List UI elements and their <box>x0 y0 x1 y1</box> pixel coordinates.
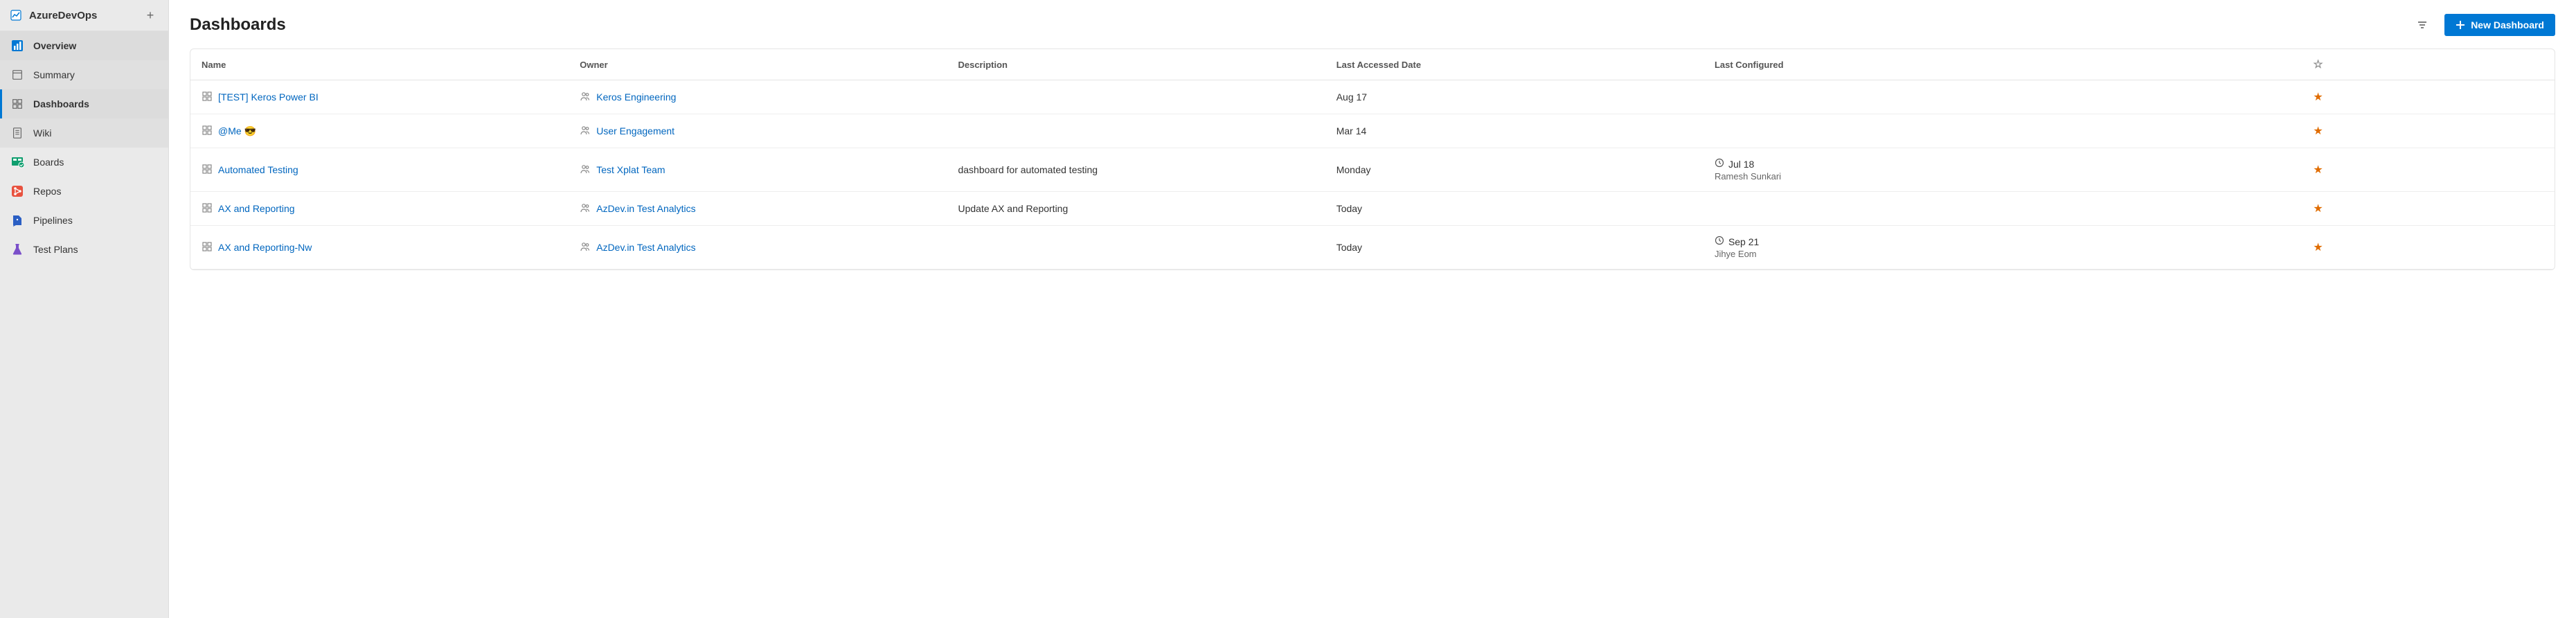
wiki-icon <box>10 125 25 141</box>
owner-link[interactable]: Keros Engineering <box>596 91 676 103</box>
project-logo-icon <box>10 9 22 21</box>
owner-link[interactable]: AzDev.in Test Analytics <box>596 242 695 253</box>
sidebar-item-dashboards[interactable]: Dashboards <box>0 89 168 118</box>
description-cell: dashboard for automated testing <box>947 148 1325 192</box>
config-user: Ramesh Sunkari <box>1715 171 2070 182</box>
new-dashboard-button[interactable]: New Dashboard <box>2444 14 2555 36</box>
dashboard-icon <box>202 164 213 177</box>
owner-link[interactable]: AzDev.in Test Analytics <box>596 203 695 214</box>
sidebar-item-testplans[interactable]: Test Plans <box>0 235 168 264</box>
config-date: Sep 21 <box>1728 236 1759 247</box>
main-content: Dashboards New Dashboard Name Owner Desc… <box>169 0 2576 618</box>
dashboards-icon <box>10 96 25 112</box>
description-cell: Update AX and Reporting <box>947 192 1325 226</box>
star-outline-icon: ☆ <box>2313 59 2323 71</box>
new-button-label: New Dashboard <box>2471 19 2544 30</box>
col-header-favorite[interactable]: ☆ <box>2082 49 2555 80</box>
dashboard-icon <box>202 125 213 138</box>
people-icon <box>580 164 591 177</box>
favorite-star-icon[interactable]: ★ <box>2313 203 2323 215</box>
page-title: Dashboards <box>190 15 2411 35</box>
sidebar-item-wiki[interactable]: Wiki <box>0 118 168 148</box>
last-accessed-cell: Mar 14 <box>1325 114 1703 148</box>
nav-label: Overview <box>33 40 76 51</box>
col-header-owner[interactable]: Owner <box>569 49 947 80</box>
dashboard-icon <box>202 91 213 104</box>
sidebar-item-overview[interactable]: Overview <box>0 31 168 60</box>
description-cell <box>947 114 1325 148</box>
owner-link[interactable]: Test Xplat Team <box>596 164 665 175</box>
repos-icon <box>10 184 25 199</box>
page-header: Dashboards New Dashboard <box>190 14 2555 36</box>
clock-icon <box>1715 236 1724 247</box>
nav-label: Boards <box>33 157 64 168</box>
description-cell <box>947 80 1325 114</box>
description-cell <box>947 226 1325 270</box>
favorite-star-icon[interactable]: ★ <box>2313 125 2323 137</box>
nav-label: Test Plans <box>33 244 78 255</box>
table-row[interactable]: @Me 😎 User Engagement Mar 14 ★ <box>190 114 2555 148</box>
dashboard-name-link[interactable]: AX and Reporting <box>218 203 295 214</box>
people-icon <box>580 91 591 104</box>
table-row[interactable]: [TEST] Keros Power BI Keros Engineering Au… <box>190 80 2555 114</box>
last-configured-cell <box>1703 192 2082 226</box>
col-header-name[interactable]: Name <box>190 49 569 80</box>
nav-label: Repos <box>33 186 61 197</box>
dashboard-icon <box>202 202 213 215</box>
people-icon <box>580 125 591 138</box>
dashboard-name-link[interactable]: @Me 😎 <box>218 125 256 137</box>
last-configured-cell: Sep 21 Jihye Eom <box>1703 226 2082 270</box>
table-header-row: Name Owner Description Last Accessed Dat… <box>190 49 2555 80</box>
favorite-star-icon[interactable]: ★ <box>2313 91 2323 103</box>
dashboard-name-link[interactable]: Automated Testing <box>218 164 298 175</box>
nav-label: Pipelines <box>33 215 73 226</box>
sidebar-item-pipelines[interactable]: Pipelines <box>0 206 168 235</box>
dashboards-table: Name Owner Description Last Accessed Dat… <box>190 48 2555 270</box>
add-project-button[interactable]: + <box>142 7 159 24</box>
summary-icon <box>10 67 25 82</box>
last-accessed-cell: Monday <box>1325 148 1703 192</box>
sidebar-item-repos[interactable]: Repos <box>0 177 168 206</box>
col-header-description[interactable]: Description <box>947 49 1325 80</box>
filter-button[interactable] <box>2411 14 2433 36</box>
dashboard-name-link[interactable]: AX and Reporting-Nw <box>218 242 312 253</box>
favorite-star-icon[interactable]: ★ <box>2313 242 2323 254</box>
last-accessed-cell: Aug 17 <box>1325 80 1703 114</box>
last-accessed-cell: Today <box>1325 226 1703 270</box>
testplans-icon <box>10 242 25 257</box>
project-header: AzureDevOps + <box>0 0 168 31</box>
col-header-last-accessed[interactable]: Last Accessed Date <box>1325 49 1703 80</box>
table-row[interactable]: AX and Reporting AzDev.in Test Analytics U… <box>190 192 2555 226</box>
last-accessed-cell: Today <box>1325 192 1703 226</box>
last-configured-cell <box>1703 80 2082 114</box>
plus-icon <box>2456 20 2465 30</box>
dashboard-icon <box>202 241 213 254</box>
overview-icon <box>10 38 25 53</box>
col-header-last-configured[interactable]: Last Configured <box>1703 49 2082 80</box>
pipelines-icon <box>10 213 25 228</box>
nav-label: Summary <box>33 69 75 80</box>
nav-label: Wiki <box>33 127 51 139</box>
config-date: Jul 18 <box>1728 159 1754 170</box>
last-configured-cell <box>1703 114 2082 148</box>
people-icon <box>580 202 591 215</box>
last-configured-cell: Jul 18Ramesh Sunkari <box>1703 148 2082 192</box>
people-icon <box>580 241 591 254</box>
clock-icon <box>1715 158 1724 170</box>
favorite-star-icon[interactable]: ★ <box>2313 164 2323 176</box>
table-row[interactable]: Automated Testing Test Xplat Team dashboar… <box>190 148 2555 192</box>
dashboard-name-link[interactable]: [TEST] Keros Power BI <box>218 91 319 103</box>
sidebar-item-summary[interactable]: Summary <box>0 60 168 89</box>
project-name: AzureDevOps <box>29 10 97 21</box>
boards-icon <box>10 154 25 170</box>
owner-link[interactable]: User Engagement <box>596 125 674 136</box>
nav-label: Dashboards <box>33 98 89 109</box>
sidebar: AzureDevOps + Overview Summary Dashboard… <box>0 0 169 618</box>
config-user: Jihye Eom <box>1715 249 2070 259</box>
sidebar-item-boards[interactable]: Boards <box>0 148 168 177</box>
table-row[interactable]: AX and Reporting-Nw AzDev.in Test Analyti… <box>190 226 2555 270</box>
